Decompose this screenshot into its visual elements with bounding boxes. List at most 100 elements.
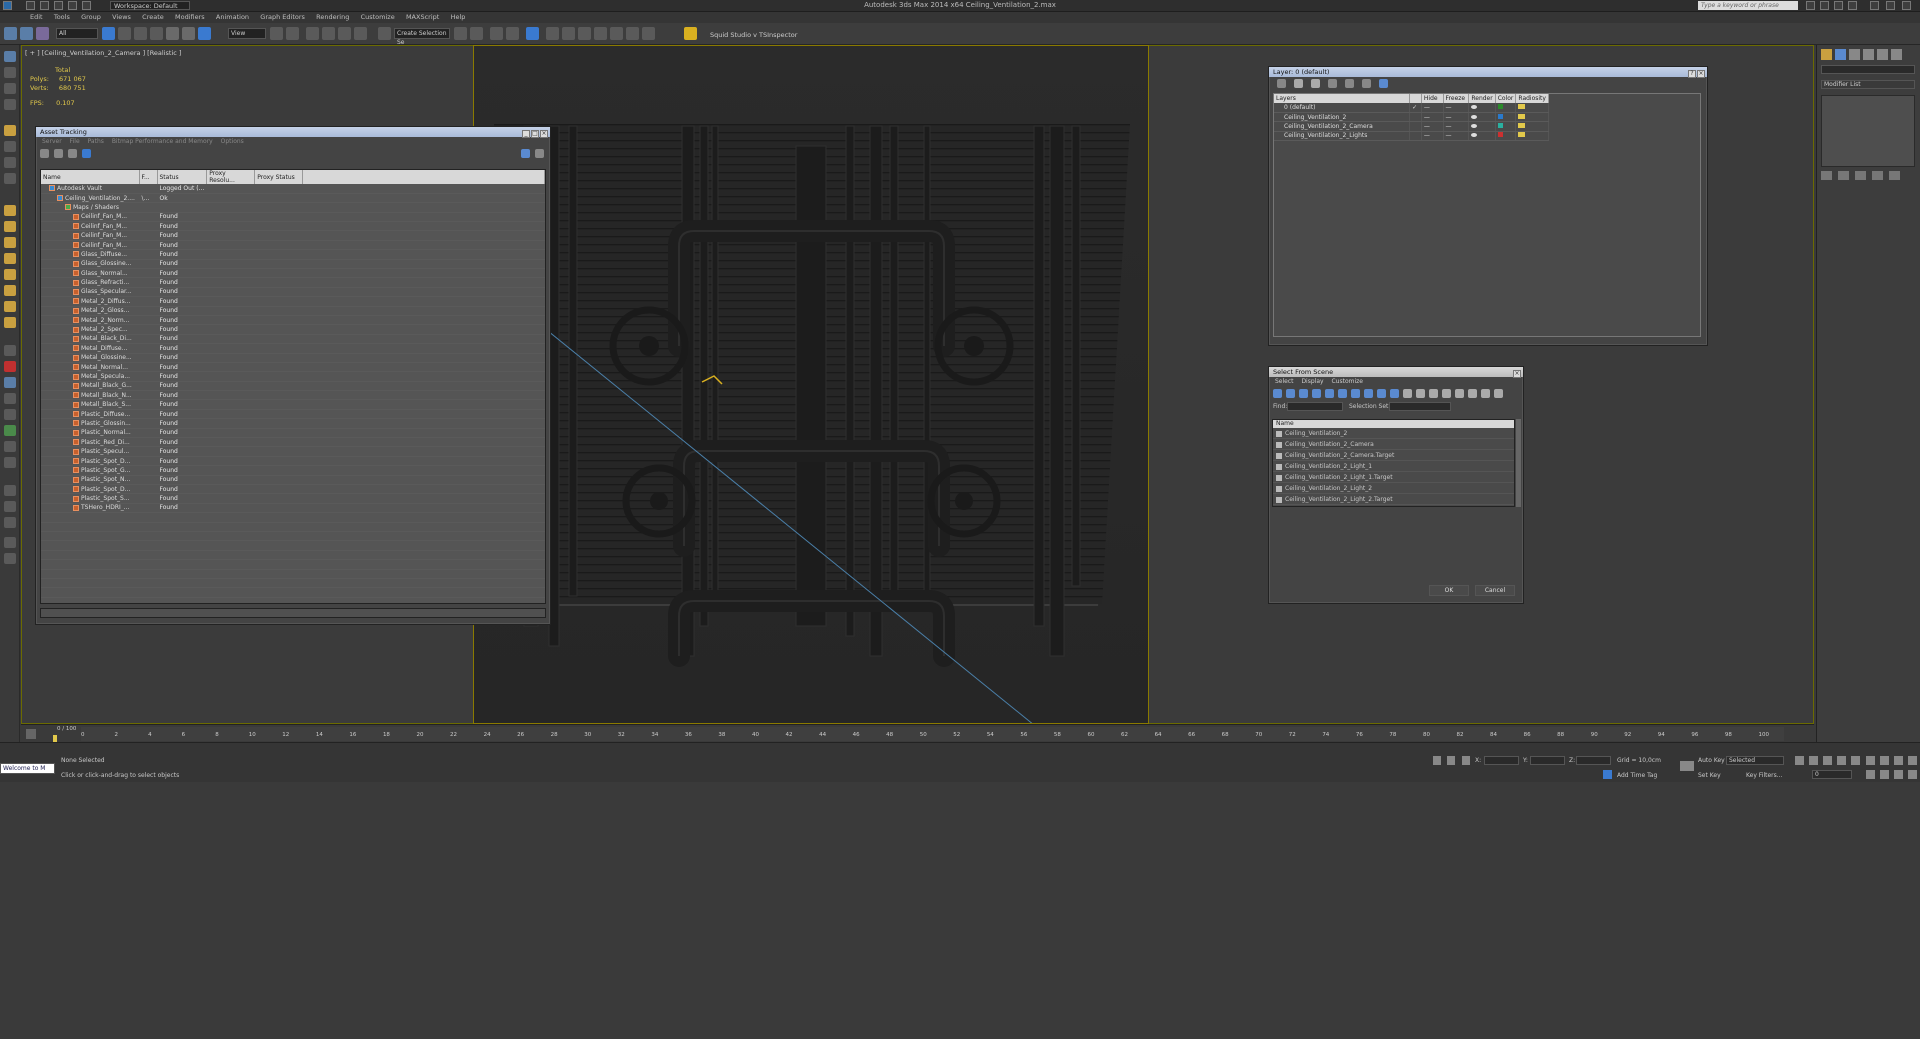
teapot-render-icon[interactable] xyxy=(642,27,655,40)
auto-key-button[interactable]: Auto Key xyxy=(1698,757,1725,764)
menu-server[interactable]: Server xyxy=(42,138,62,145)
asset-tracking-titlebar[interactable]: Asset Tracking _ □ × xyxy=(36,127,550,138)
list-view-icon[interactable] xyxy=(54,149,63,158)
z-coordinate-field[interactable] xyxy=(1576,756,1611,765)
table-row[interactable]: Plastic_Spot_D... Found xyxy=(41,484,545,495)
sync-selection-icon[interactable] xyxy=(1468,389,1477,398)
table-row[interactable]: Glass_Normal... Found xyxy=(41,268,545,279)
asset-path-bar[interactable] xyxy=(40,608,546,618)
maxscript-listener[interactable]: Welcome to M xyxy=(0,763,55,774)
table-row[interactable]: Glass_Diffuse... Found xyxy=(41,249,545,260)
menu-rendering[interactable]: Rendering xyxy=(316,12,349,23)
layer-render-icon[interactable] xyxy=(1468,131,1496,142)
layer-current-check[interactable] xyxy=(1409,112,1422,123)
table-row[interactable]: Metall_Black_N... Found xyxy=(41,390,545,401)
bones-filter-icon[interactable] xyxy=(1377,389,1386,398)
edit-named-selection-icon[interactable] xyxy=(378,27,391,40)
remove-modifier-icon[interactable] xyxy=(1872,171,1883,180)
layer-radiosity-icon[interactable] xyxy=(1515,103,1549,113)
table-row[interactable]: Metal_Diffuse... Found xyxy=(41,343,545,354)
create-layer-icon[interactable] xyxy=(1277,79,1286,88)
shapes-filter-icon[interactable] xyxy=(1286,389,1295,398)
teapot-primitive-icon[interactable] xyxy=(4,269,16,280)
modify-panel-icon[interactable] xyxy=(4,67,16,78)
layer-freeze[interactable]: — xyxy=(1443,112,1470,123)
layer-row[interactable]: Ceiling_Ventilation_2_Lights — — xyxy=(1274,131,1549,142)
spinner-snap-icon[interactable] xyxy=(354,27,367,40)
close-icon[interactable]: × xyxy=(1513,370,1521,378)
refresh-icon[interactable] xyxy=(40,149,49,158)
hidden-filter-icon[interactable] xyxy=(1416,389,1425,398)
manipulate-icon[interactable] xyxy=(286,27,299,40)
utilities-icon[interactable] xyxy=(4,485,16,496)
align-icon[interactable] xyxy=(470,27,483,40)
layer-radiosity-icon[interactable] xyxy=(1515,131,1549,142)
table-row[interactable]: Autodesk Vault Logged Out (... xyxy=(41,184,545,194)
lights-filter-icon[interactable] xyxy=(1299,389,1308,398)
bind-space-warp-icon[interactable] xyxy=(36,27,49,40)
lock-selection-icon[interactable] xyxy=(1433,756,1441,765)
camera-target-icon[interactable] xyxy=(4,377,16,388)
tree-view-icon[interactable] xyxy=(68,149,77,158)
layer-color-swatch[interactable] xyxy=(1495,131,1517,142)
layer-color-swatch[interactable] xyxy=(1495,103,1517,113)
asset-tracking-window[interactable]: Asset Tracking _ □ × Server File Paths Bit… xyxy=(35,126,551,625)
pin-stack-icon[interactable] xyxy=(1821,171,1832,180)
layer-manager-titlebar[interactable]: Layer: 0 (default) ? × xyxy=(1269,67,1707,78)
list-item[interactable]: Ceiling_Ventilation_2_Camera xyxy=(1273,439,1514,450)
set-key-button[interactable]: Set Key xyxy=(1698,772,1721,779)
table-row[interactable]: Plastic_Normal... Found xyxy=(41,428,545,439)
table-row[interactable]: Plastic_Spot_D... Found xyxy=(41,456,545,467)
menu-paths[interactable]: Paths xyxy=(88,138,104,145)
cameras-icon[interactable] xyxy=(4,173,16,184)
box-primitive-icon[interactable] xyxy=(4,205,16,216)
col-f[interactable]: F... xyxy=(139,170,158,184)
unlink-icon[interactable] xyxy=(20,27,33,40)
render-setup-icon[interactable] xyxy=(578,27,591,40)
freeze-all-icon[interactable] xyxy=(1379,79,1388,88)
cancel-button[interactable]: Cancel xyxy=(1475,585,1515,596)
layer-row[interactable]: 0 (default) ✓ — — xyxy=(1274,103,1549,113)
table-row[interactable]: Ceilinf_Fan_M... Found xyxy=(41,230,545,241)
table-row[interactable]: Metal_2_Diffus... Found xyxy=(41,296,545,307)
next-frame-icon[interactable] xyxy=(1837,756,1846,765)
current-frame-field[interactable]: 0 xyxy=(1812,770,1852,779)
col-status[interactable]: Status xyxy=(157,170,208,184)
hierarchy-tab-icon[interactable] xyxy=(1849,49,1860,60)
layer-render-icon[interactable] xyxy=(1468,112,1496,123)
angle-snap-icon[interactable] xyxy=(322,27,335,40)
select-dependents-icon[interactable] xyxy=(1481,389,1490,398)
list-item[interactable]: Ceiling_Ventilation_2_Light_1 xyxy=(1273,461,1514,472)
cylinder-primitive-icon[interactable] xyxy=(4,237,16,248)
table-row[interactable]: Metal_Specula... Found xyxy=(41,371,545,382)
utilities-tab-icon[interactable] xyxy=(1891,49,1902,60)
layer-hide[interactable]: — xyxy=(1421,131,1444,142)
cone-primitive-icon[interactable] xyxy=(4,285,16,296)
pan-icon[interactable] xyxy=(1880,770,1889,779)
menu-edit[interactable]: Edit xyxy=(30,12,43,23)
compound-icon[interactable] xyxy=(4,457,16,468)
table-row[interactable]: Ceilinf_Fan_M... Found xyxy=(41,240,545,251)
space-warps-filter-icon[interactable] xyxy=(1338,389,1347,398)
search-input[interactable]: Type a keyword or phrase xyxy=(1698,1,1798,10)
geosphere-primitive-icon[interactable] xyxy=(4,301,16,312)
material-editor-icon[interactable] xyxy=(562,27,575,40)
table-row[interactable]: Metal_Normal... Found xyxy=(41,362,545,373)
helper-icon[interactable] xyxy=(4,393,16,404)
menu-maxscript[interactable]: MAXScript xyxy=(406,12,439,23)
select-children-icon[interactable] xyxy=(1494,389,1503,398)
layer-freeze[interactable]: — xyxy=(1443,121,1470,132)
help-side-icon[interactable] xyxy=(4,537,16,548)
layer-color-swatch[interactable] xyxy=(1495,121,1517,132)
table-row[interactable]: Metall_Black_G... Found xyxy=(41,381,545,392)
maximize-icon[interactable] xyxy=(1886,1,1895,10)
layer-radiosity-icon[interactable] xyxy=(1515,112,1549,123)
isolate-icon[interactable] xyxy=(1462,756,1470,765)
communication-center-icon[interactable] xyxy=(1820,1,1829,10)
display-none-icon[interactable] xyxy=(1442,389,1451,398)
camera-view-render[interactable] xyxy=(473,45,1149,724)
table-row[interactable]: Metal_2_Spec... Found xyxy=(41,324,545,335)
list-item[interactable]: Ceiling_Ventilation_2 xyxy=(1273,428,1514,439)
menu-display[interactable]: Display xyxy=(1301,378,1323,385)
display-tab-icon[interactable] xyxy=(1877,49,1888,60)
